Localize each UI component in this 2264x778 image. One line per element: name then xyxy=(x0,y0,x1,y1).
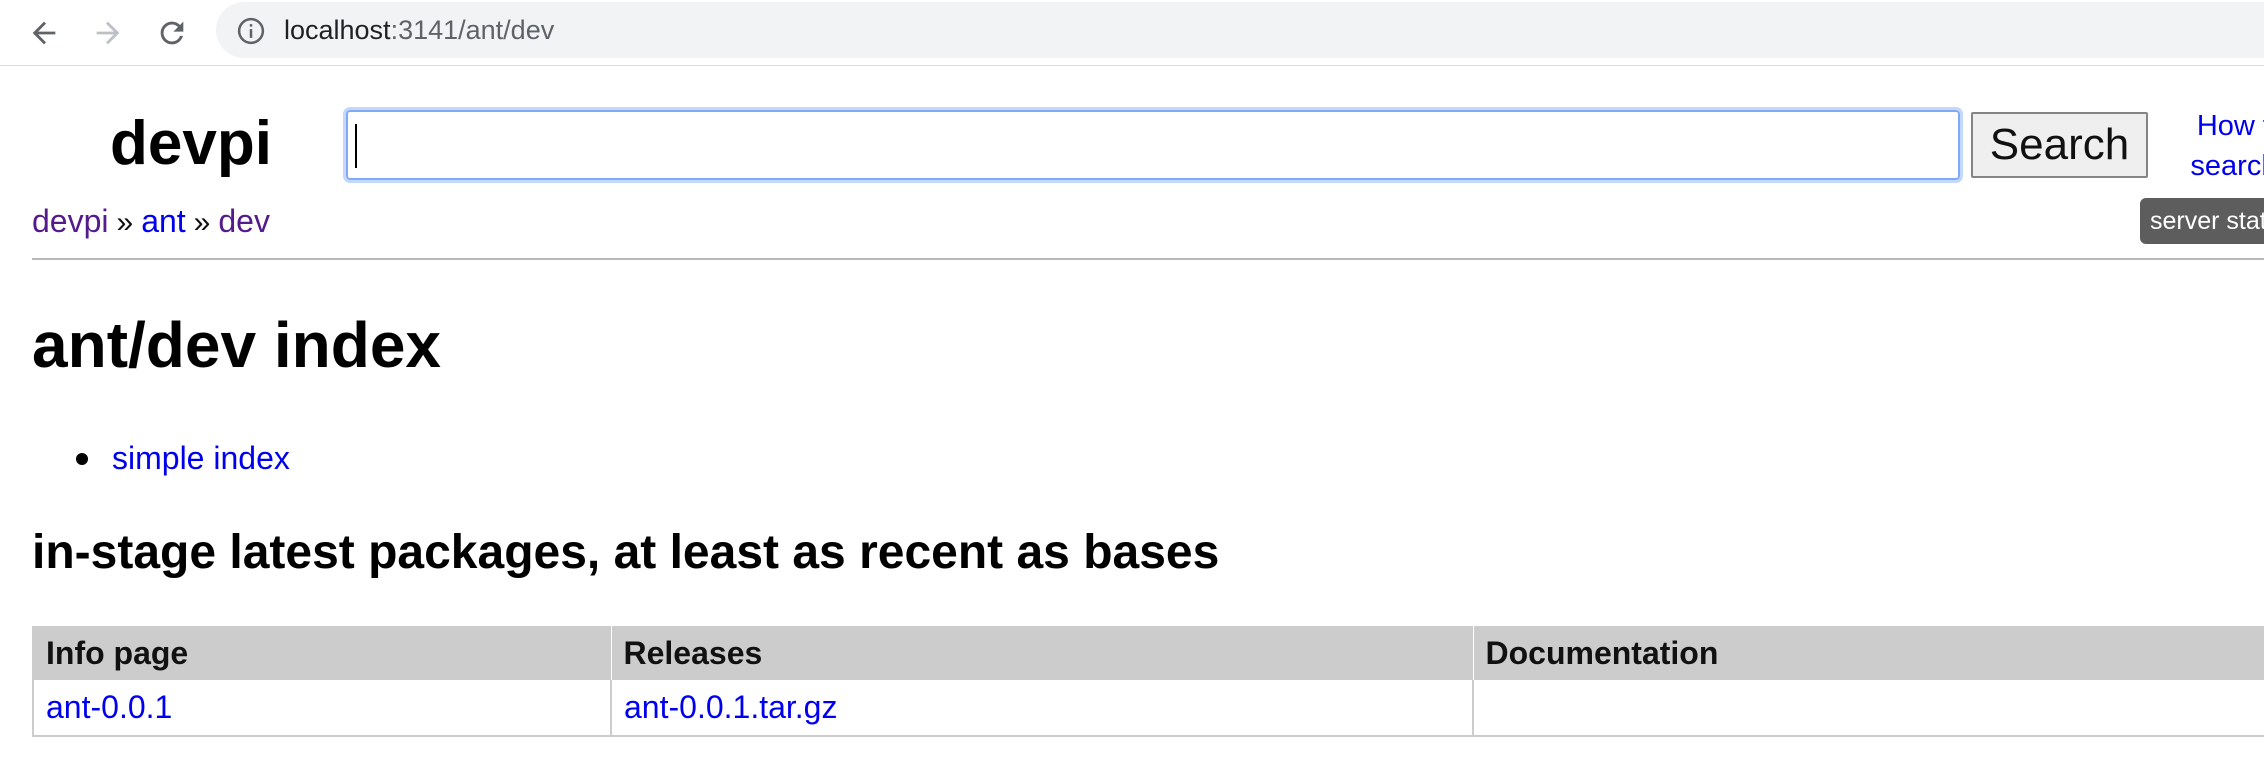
simple-index-link[interactable]: simple index xyxy=(112,440,290,476)
breadcrumb-dev[interactable]: dev xyxy=(218,203,270,239)
header-divider xyxy=(32,258,2264,260)
table-row: ant-0.0.1 ant-0.0.1.tar.gz xyxy=(32,680,2264,737)
table-header-row: Info page Releases Documentation xyxy=(32,626,2264,680)
breadcrumb-separator: » xyxy=(116,206,134,239)
cell-info-page: ant-0.0.1 xyxy=(32,680,612,737)
how-to-search-link[interactable]: How to search? xyxy=(2172,106,2264,186)
section-title: in-stage latest packages, at least as re… xyxy=(32,526,1220,579)
search-button[interactable]: Search xyxy=(1971,112,2148,178)
text-caret xyxy=(355,124,357,168)
cell-documentation xyxy=(1472,680,2264,737)
howto-line2: search? xyxy=(2190,150,2264,182)
breadcrumb-separator: » xyxy=(193,206,211,239)
url-text: localhost:3141/ant/dev xyxy=(284,13,554,47)
breadcrumb-devpi[interactable]: devpi xyxy=(32,203,109,239)
url-host: localhost xyxy=(284,15,391,45)
reload-icon[interactable] xyxy=(148,9,196,57)
back-arrow-icon[interactable] xyxy=(20,9,68,57)
page-title: ant/dev index xyxy=(32,309,441,381)
cell-releases: ant-0.0.1.tar.gz xyxy=(610,680,1474,737)
release-download-link[interactable]: ant-0.0.1.tar.gz xyxy=(624,689,837,725)
breadcrumb-ant[interactable]: ant xyxy=(141,203,185,239)
site-info-icon[interactable] xyxy=(236,16,266,46)
url-path: :3141/ant/dev xyxy=(390,15,555,45)
forward-arrow-icon[interactable] xyxy=(84,9,132,57)
server-status-badge[interactable]: server status xyxy=(2140,198,2264,244)
search-input[interactable] xyxy=(343,107,1963,183)
browser-toolbar: localhost:3141/ant/dev xyxy=(0,0,2264,66)
howto-line1: How to xyxy=(2196,110,2264,142)
packages-table: Info page Releases Documentation ant-0.0… xyxy=(32,626,2264,737)
index-links: simple index xyxy=(72,436,290,480)
address-bar[interactable]: localhost:3141/ant/dev xyxy=(216,2,2264,58)
package-info-link[interactable]: ant-0.0.1 xyxy=(46,689,172,725)
column-header-documentation: Documentation xyxy=(1472,626,2264,680)
bullet-icon xyxy=(76,453,88,465)
column-header-releases: Releases xyxy=(610,626,1473,680)
breadcrumb: devpi» ant» dev xyxy=(32,200,270,244)
column-header-info-page: Info page xyxy=(32,626,611,680)
devpi-logo[interactable]: devpi xyxy=(110,106,272,182)
list-item: simple index xyxy=(72,436,290,480)
